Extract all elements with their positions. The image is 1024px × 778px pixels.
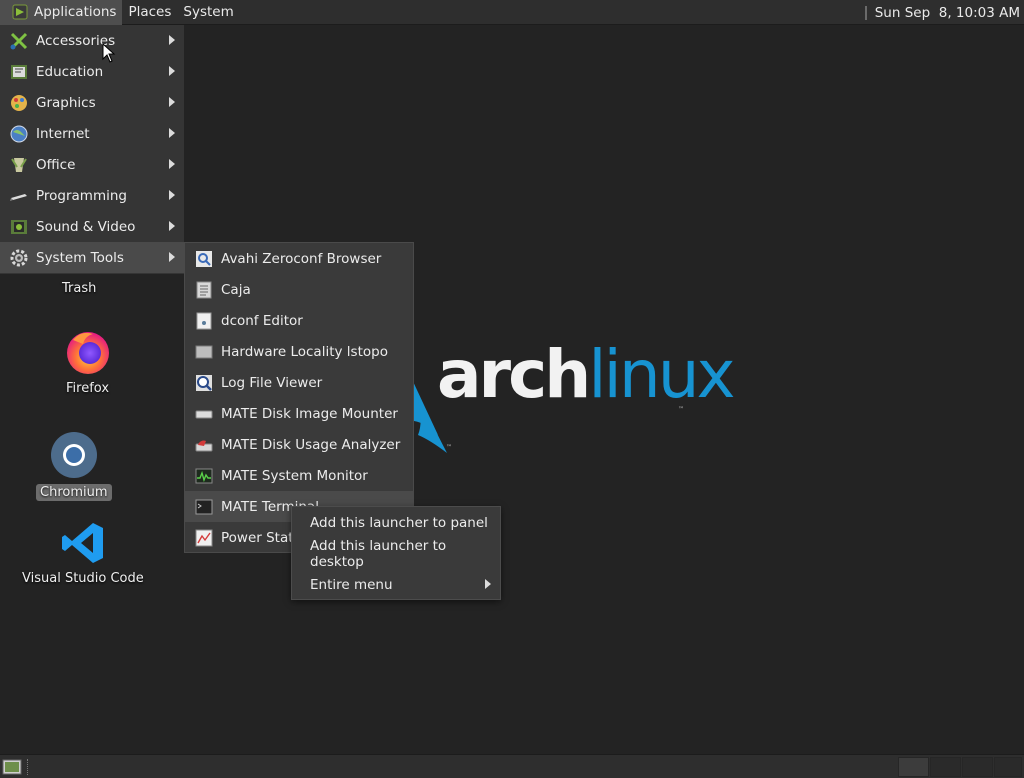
- gear-icon: [8, 247, 30, 269]
- menu-item-caja[interactable]: Caja: [185, 274, 413, 305]
- menu-item-label: Graphics: [36, 94, 96, 111]
- workspace-4[interactable]: [994, 757, 1022, 777]
- add-launcher-to-desktop[interactable]: Add this launcher to desktop: [292, 538, 500, 570]
- chromium-icon: [50, 432, 97, 478]
- file-manager-icon: [193, 279, 215, 301]
- applications-menu-button[interactable]: Applications: [0, 0, 123, 25]
- menu-item-label: Hardware Locality lstopo: [221, 343, 388, 360]
- panel-handle[interactable]: [27, 759, 30, 775]
- workspace-2[interactable]: [930, 757, 961, 777]
- menu-item-sound-video[interactable]: Sound & Video: [0, 211, 184, 242]
- mouse-pointer-icon: [102, 43, 116, 63]
- graphics-icon: [8, 92, 30, 114]
- programming-icon: [8, 185, 30, 207]
- submenu-arrow-icon: [169, 97, 175, 107]
- vscode-icon: [61, 523, 103, 563]
- top-panel: Applications Places System Sun Sep 8, 10…: [0, 0, 1024, 25]
- menu-item-label: Caja: [221, 281, 251, 298]
- desktop-icon-label: Chromium: [36, 484, 112, 501]
- menu-item-label: MATE Disk Usage Analyzer: [221, 436, 401, 453]
- menu-item-label: Internet: [36, 125, 90, 142]
- show-desktop-icon[interactable]: [2, 758, 22, 776]
- disk-usage-icon: [193, 434, 215, 456]
- mate-logo-icon: [10, 2, 30, 22]
- menu-item-mate-disk-usage-analyzer[interactable]: MATE Disk Usage Analyzer: [185, 429, 413, 460]
- workspace-1[interactable]: [898, 757, 929, 777]
- clock-text: Sun Sep 8, 10:03 AM: [874, 4, 1020, 21]
- submenu-arrow-icon: [169, 66, 175, 76]
- menu-item-internet[interactable]: Internet: [0, 118, 184, 149]
- submenu-arrow-icon: [485, 579, 491, 589]
- desktop-icon-label: Firefox: [66, 381, 110, 396]
- arch-wordmark: arch: [437, 336, 591, 413]
- power-statistics-icon: [193, 527, 215, 549]
- applications-menu: Accessories Education Graphics Internet …: [0, 25, 184, 274]
- linux-wordmark: linux: [588, 336, 735, 413]
- submenu-arrow-icon: [169, 252, 175, 262]
- hardware-icon: [193, 341, 215, 363]
- menu-item-avahi-zeroconf-browser[interactable]: Avahi Zeroconf Browser: [185, 243, 413, 274]
- log-viewer-icon: [193, 372, 215, 394]
- entire-menu[interactable]: Entire menu: [292, 569, 500, 600]
- arch-linux-wordmark: archlinux: [437, 336, 736, 413]
- menu-item-log-file-viewer[interactable]: Log File Viewer: [185, 367, 413, 398]
- menu-item-dconf-editor[interactable]: dconf Editor: [185, 305, 413, 336]
- menu-item-office[interactable]: Office: [0, 149, 184, 180]
- menu-item-mate-system-monitor[interactable]: MATE System Monitor: [185, 460, 413, 491]
- desktop-icon-firefox[interactable]: Firefox: [62, 326, 113, 397]
- applications-label: Applications: [34, 4, 117, 20]
- education-icon: [8, 61, 30, 83]
- disk-icon: [193, 403, 215, 425]
- menu-item-label: System Tools: [36, 249, 124, 266]
- submenu-arrow-icon: [169, 35, 175, 45]
- desktop-icon-vscode[interactable]: Visual Studio Code: [18, 520, 148, 587]
- system-menu-button[interactable]: System: [177, 0, 239, 25]
- menu-item-label: Log File Viewer: [221, 374, 323, 391]
- menu-item-programming[interactable]: Programming: [0, 180, 184, 211]
- desktop-icon-chromium[interactable]: Chromium: [36, 430, 112, 501]
- menu-item-label: dconf Editor: [221, 312, 303, 329]
- menu-item-label: Programming: [36, 187, 127, 204]
- desktop-icon-label: Trash: [62, 281, 97, 296]
- submenu-arrow-icon: [169, 159, 175, 169]
- magnifier-icon: [193, 248, 215, 270]
- menu-item-education[interactable]: Education: [0, 56, 184, 87]
- menu-item-label: Sound & Video: [36, 218, 136, 235]
- menu-item-hardware-locality-lstopo[interactable]: Hardware Locality lstopo: [185, 336, 413, 367]
- menu-item-label: Office: [36, 156, 76, 173]
- system-monitor-icon: [193, 465, 215, 487]
- menu-item-label: Education: [36, 63, 104, 80]
- places-menu-button[interactable]: Places: [122, 0, 177, 25]
- dconf-editor-icon: [193, 310, 215, 332]
- panel-separator: [864, 5, 867, 20]
- launcher-context-menu: Add this launcher to panel Add this laun…: [291, 506, 501, 600]
- submenu-arrow-icon: [169, 221, 175, 231]
- internet-icon: [8, 123, 30, 145]
- menu-item-label: Entire menu: [310, 576, 393, 593]
- svg-text:™: ™: [446, 444, 452, 451]
- firefox-icon: [66, 332, 109, 374]
- submenu-arrow-icon: [169, 190, 175, 200]
- accessories-icon: [8, 30, 30, 52]
- menu-item-label: MATE Disk Image Mounter: [221, 405, 398, 422]
- menu-item-system-tools[interactable]: System Tools: [0, 242, 184, 273]
- clock[interactable]: Sun Sep 8, 10:03 AM: [864, 0, 1020, 25]
- menu-item-label: Avahi Zeroconf Browser: [221, 250, 382, 267]
- menu-item-accessories[interactable]: Accessories: [0, 25, 184, 56]
- workspace-3[interactable]: [962, 757, 993, 777]
- desktop-icon-trash[interactable]: Trash: [58, 276, 100, 297]
- office-icon: [8, 154, 30, 176]
- menu-item-mate-disk-image-mounter[interactable]: MATE Disk Image Mounter: [185, 398, 413, 429]
- menu-item-label: MATE System Monitor: [221, 467, 368, 484]
- menu-item-graphics[interactable]: Graphics: [0, 87, 184, 118]
- submenu-arrow-icon: [169, 128, 175, 138]
- sound-video-icon: [8, 216, 30, 238]
- add-launcher-to-panel[interactable]: Add this launcher to panel: [292, 507, 500, 538]
- bottom-panel: [0, 754, 1024, 778]
- terminal-icon: [193, 496, 215, 518]
- desktop-icon-label: Visual Studio Code: [22, 571, 144, 586]
